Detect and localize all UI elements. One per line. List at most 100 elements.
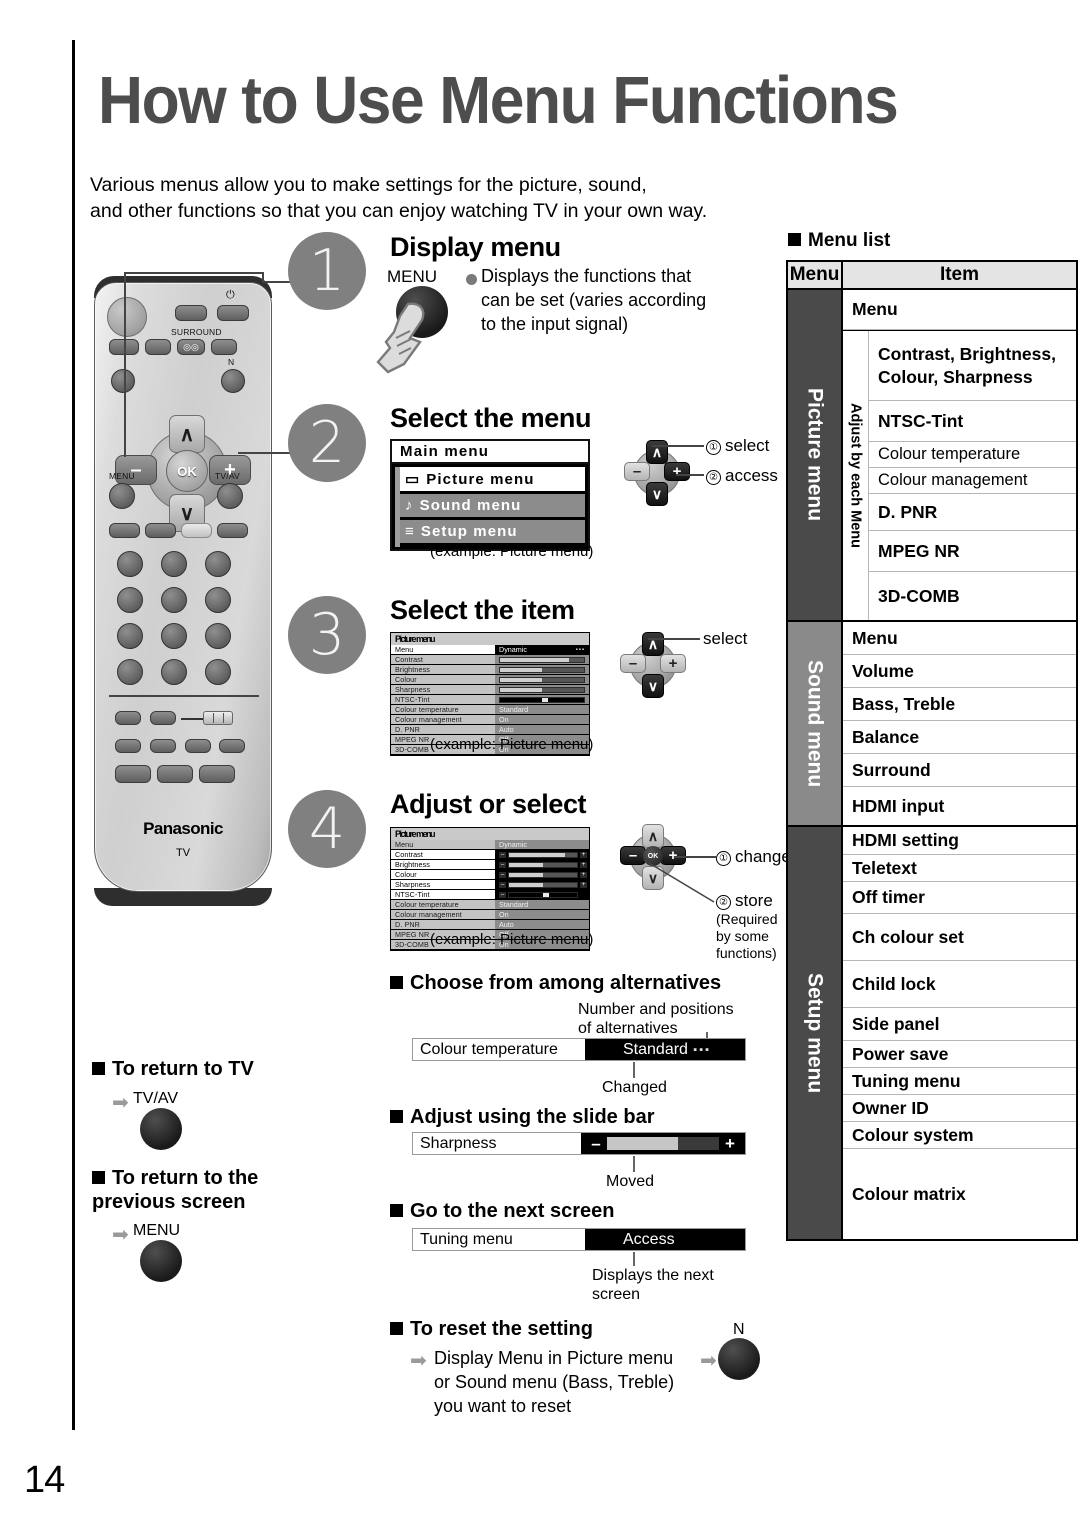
picture-osd-row[interactable]: Menu Dynamic: [391, 840, 589, 850]
remote-numeric-key[interactable]: [205, 551, 231, 577]
picture-osd-slider-minus[interactable]: –: [499, 851, 506, 858]
table-row[interactable]: Colour matrix: [843, 1149, 1076, 1239]
remote-lower-button-2[interactable]: [150, 711, 176, 725]
slidebar-minus[interactable]: –: [585, 1134, 607, 1154]
remote-lower-button-8[interactable]: [157, 765, 193, 783]
remote-numeric-key[interactable]: [117, 623, 143, 649]
navpad-up[interactable]: ∧: [642, 632, 664, 656]
remote-numeric-key[interactable]: [161, 659, 187, 685]
remote-nav-up[interactable]: ∧: [169, 415, 205, 453]
picture-osd-slider-track[interactable]: [499, 656, 585, 663]
table-row[interactable]: D. PNR: [869, 494, 1076, 531]
picture-osd-slider-track[interactable]: [508, 851, 578, 858]
navpad-plus[interactable]: +: [664, 462, 690, 481]
table-row[interactable]: Balance: [843, 721, 1076, 754]
n-button-graphic[interactable]: [718, 1338, 760, 1380]
table-row[interactable]: Contrast, Brightness, Colour, Sharpness: [869, 331, 1076, 401]
picture-osd-slider[interactable]: – +: [499, 881, 587, 888]
picture-osd-slider-minus[interactable]: –: [499, 871, 506, 878]
table-row[interactable]: HDMI input: [843, 787, 1076, 825]
remote-n-button[interactable]: [221, 369, 245, 393]
table-row[interactable]: Child lock: [843, 961, 1076, 1008]
picture-osd-slider-track[interactable]: [499, 686, 585, 693]
table-row[interactable]: Bass, Treble: [843, 688, 1076, 721]
navpad-minus[interactable]: –: [620, 654, 646, 673]
picture-osd-slider-track[interactable]: [508, 891, 578, 898]
picture-osd-slider-plus[interactable]: +: [580, 881, 587, 888]
picture-osd-row[interactable]: NTSC-Tint: [391, 695, 589, 705]
navpad-up[interactable]: ∧: [642, 824, 664, 848]
picture-osd-row[interactable]: Colour – +: [391, 870, 589, 880]
table-row[interactable]: Owner ID: [843, 1095, 1076, 1122]
remote-slider-knob[interactable]: [203, 711, 233, 725]
picture-osd-slider[interactable]: – +: [499, 861, 587, 868]
table-row[interactable]: Side panel: [843, 1008, 1076, 1041]
picture-osd-slider-track[interactable]: [499, 666, 585, 673]
table-row[interactable]: Surround: [843, 754, 1076, 787]
picture-osd-row[interactable]: NTSC-Tint –: [391, 890, 589, 900]
remote-button-top-left[interactable]: [107, 297, 147, 337]
table-row[interactable]: Teletext: [843, 855, 1076, 882]
picture-osd-slider-track[interactable]: [508, 881, 578, 888]
picture-osd-row[interactable]: Colour management On: [391, 910, 589, 920]
navpad-minus[interactable]: –: [624, 462, 650, 481]
nextscreen-strip-value[interactable]: Access: [585, 1229, 745, 1250]
tvav-button-graphic[interactable]: [140, 1108, 182, 1150]
remote-numeric-key[interactable]: [117, 587, 143, 613]
picture-osd-row[interactable]: Colour temperature Standard: [391, 705, 589, 715]
picture-osd-row[interactable]: Menu Dynamic ▪▪▪: [391, 645, 589, 655]
table-row[interactable]: Colour management: [869, 468, 1076, 494]
remote-menu-button[interactable]: [109, 483, 135, 509]
remote-lower-button-6[interactable]: [219, 739, 245, 753]
remote-numeric-key[interactable]: [161, 587, 187, 613]
table-row[interactable]: Volume: [843, 655, 1076, 688]
picture-osd-row[interactable]: Colour temperature Standard: [391, 900, 589, 910]
table-row[interactable]: 3D-COMB: [869, 572, 1076, 620]
picture-osd-slider-track[interactable]: [508, 861, 578, 868]
slidebar-track[interactable]: [607, 1137, 719, 1150]
slidebar-plus[interactable]: +: [719, 1134, 741, 1154]
picture-osd-slider-track[interactable]: [499, 696, 585, 703]
remote-lower-button-1[interactable]: [115, 711, 141, 725]
remote-lower-button-5[interactable]: [185, 739, 211, 753]
table-row[interactable]: Menu: [843, 622, 1076, 655]
picture-osd-slider[interactable]: –: [499, 891, 578, 898]
slide-bar[interactable]: – +: [581, 1133, 745, 1154]
remote-button-r2d[interactable]: [211, 339, 237, 355]
remote-colour-button-1[interactable]: [109, 523, 140, 538]
remote-ok-button[interactable]: OK: [166, 450, 208, 492]
picture-osd-row[interactable]: Contrast – +: [391, 850, 589, 860]
navpad-down[interactable]: ∨: [646, 482, 668, 506]
picture-osd-row[interactable]: Brightness – +: [391, 860, 589, 870]
picture-osd-row[interactable]: D. PNR Auto: [391, 920, 589, 930]
table-row[interactable]: Tuning menu: [843, 1068, 1076, 1095]
remote-button-top-mid[interactable]: [175, 305, 207, 321]
alternatives-strip-value[interactable]: Standard ▪▪▪: [585, 1039, 745, 1060]
picture-osd-slider-plus[interactable]: +: [580, 851, 587, 858]
remote-surround-button[interactable]: ◎◎: [177, 339, 205, 355]
picture-osd-slider[interactable]: – +: [499, 871, 587, 878]
table-row[interactable]: Menu: [843, 290, 1076, 330]
slidebar-control[interactable]: – +: [581, 1133, 745, 1154]
picture-osd-row[interactable]: Brightness: [391, 665, 589, 675]
remote-lower-button-9[interactable]: [199, 765, 235, 783]
picture-osd-row[interactable]: Sharpness: [391, 685, 589, 695]
navpad-up[interactable]: ∧: [646, 440, 668, 464]
remote-numeric-key[interactable]: [161, 623, 187, 649]
remote-numeric-key[interactable]: [205, 587, 231, 613]
picture-osd-slider-track[interactable]: [508, 871, 578, 878]
table-row[interactable]: Colour temperature: [869, 442, 1076, 468]
remote-numeric-key[interactable]: [161, 551, 187, 577]
picture-osd-slider[interactable]: [499, 676, 585, 683]
picture-osd-row[interactable]: Colour management On: [391, 715, 589, 725]
remote-lower-button-4[interactable]: [150, 739, 176, 753]
menu-button-graphic-2[interactable]: [140, 1240, 182, 1282]
picture-osd-row[interactable]: Sharpness – +: [391, 880, 589, 890]
remote-numeric-key[interactable]: [205, 659, 231, 685]
main-menu-item-sound[interactable]: ♪ Sound menu: [399, 494, 585, 517]
table-row[interactable]: Colour system: [843, 1122, 1076, 1149]
picture-osd-slider-minus[interactable]: –: [499, 891, 506, 898]
remote-button-r2b[interactable]: [145, 339, 171, 355]
main-menu-item-picture[interactable]: ▭ Picture menu: [399, 467, 585, 491]
table-row[interactable]: Ch colour set: [843, 914, 1076, 961]
